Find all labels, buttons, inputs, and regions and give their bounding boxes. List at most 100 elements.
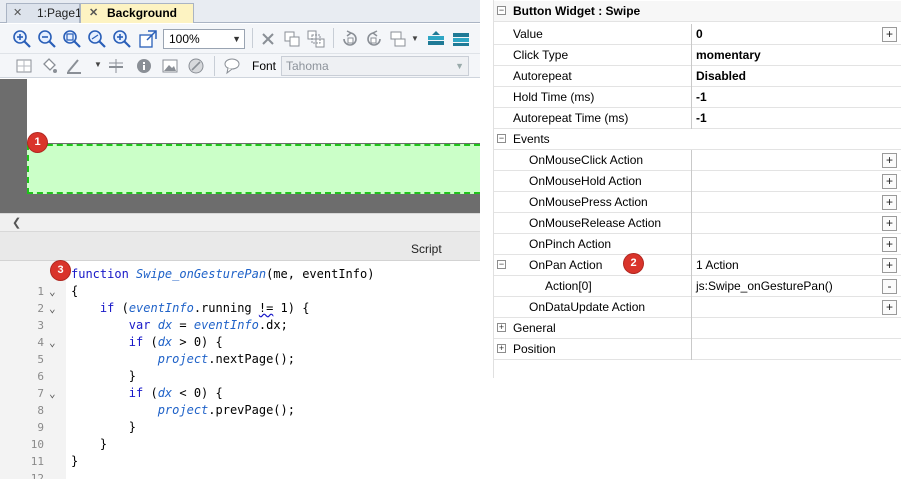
property-name: Action[0]	[545, 279, 592, 293]
callout-badge-1: 1	[28, 133, 47, 152]
column-divider	[691, 108, 692, 129]
zoom-in-icon[interactable]	[12, 29, 32, 49]
property-value[interactable]: -1	[696, 90, 707, 104]
ungroup-icon[interactable]	[306, 29, 326, 49]
image-icon[interactable]	[160, 56, 180, 76]
fold-chevron-icon[interactable]: ⌄	[49, 300, 56, 317]
property-group-name: General	[513, 321, 556, 335]
zoom-level-select[interactable]: 100% ▼	[163, 29, 245, 49]
add-button[interactable]: +	[882, 195, 897, 210]
collapse-icon[interactable]: −	[497, 260, 506, 269]
zoom-out-icon[interactable]	[37, 29, 57, 49]
align-icon[interactable]	[389, 29, 409, 49]
fold-chevron-icon[interactable]: ⌄	[49, 334, 56, 351]
zoom-toolbar: 100% ▼ ▼	[0, 24, 480, 54]
bring-forward-icon[interactable]	[426, 29, 446, 49]
property-row-click-type[interactable]: Click Type momentary	[494, 45, 901, 66]
property-value[interactable]: -1	[696, 111, 707, 125]
remove-button[interactable]: -	[882, 279, 897, 294]
properties-title: Button Widget : Swipe	[513, 4, 641, 18]
properties-title-row[interactable]: − Button Widget : Swipe	[494, 1, 901, 22]
script-editor[interactable]: 1 function Swipe_onGesturePan(me, eventI…	[0, 261, 480, 479]
tab-background[interactable]: ✕ Background	[80, 3, 194, 23]
property-row-onmousepress[interactable]: OnMousePress Action +	[494, 192, 901, 213]
eraser-icon[interactable]	[186, 56, 206, 76]
code-line: 12 }	[0, 453, 480, 479]
code-token: if	[99, 301, 115, 315]
property-row-autorepeat-time[interactable]: Autorepeat Time (ms) -1	[494, 108, 901, 129]
add-button[interactable]: +	[882, 216, 897, 231]
zoom-fit-icon[interactable]	[87, 29, 107, 49]
add-button[interactable]: +	[882, 153, 897, 168]
code-line: 5 ⌄ if (dx > 0) {	[0, 334, 480, 366]
code-token: (	[143, 335, 158, 349]
line-color-icon[interactable]	[64, 56, 84, 76]
property-value[interactable]: Disabled	[696, 69, 746, 83]
property-row-hold-time[interactable]: Hold Time (ms) -1	[494, 87, 901, 108]
property-row-onpan[interactable]: − OnPan Action 1 Action +	[494, 255, 901, 276]
column-divider	[691, 171, 692, 192]
chevron-down-icon: ▼	[455, 61, 464, 71]
property-group-position[interactable]: + Position	[494, 339, 901, 360]
property-value[interactable]: momentary	[696, 48, 761, 62]
column-divider	[691, 318, 692, 339]
property-row-onmouseclick[interactable]: OnMouseClick Action +	[494, 150, 901, 171]
property-value[interactable]: js:Swipe_onGesturePan()	[696, 279, 833, 293]
add-button[interactable]: +	[882, 258, 897, 273]
property-name: OnMouseClick Action	[529, 153, 644, 167]
property-value[interactable]: 1 Action	[696, 258, 739, 272]
code-token: 1) {	[273, 301, 310, 315]
design-canvas[interactable]	[0, 79, 480, 213]
chevron-down-icon[interactable]: ▼	[94, 60, 102, 69]
property-group-name: Position	[513, 342, 556, 356]
fold-chevron-icon[interactable]: ⌄	[49, 283, 56, 300]
add-button[interactable]: +	[882, 27, 897, 42]
property-row-ondataupdate[interactable]: OnDataUpdate Action +	[494, 297, 901, 318]
expand-icon[interactable]: +	[497, 323, 506, 332]
zoom-selection-icon[interactable]	[112, 29, 132, 49]
pan-tool-icon[interactable]	[138, 29, 158, 49]
scroll-left-arrow-icon[interactable]: ❮	[12, 216, 21, 229]
toolbar-separator	[214, 56, 215, 76]
add-button[interactable]: +	[882, 237, 897, 252]
expand-icon[interactable]: +	[497, 344, 506, 353]
toolbar-separator	[333, 28, 334, 48]
rotate-right-icon[interactable]	[364, 29, 384, 49]
line-style-icon[interactable]	[106, 56, 126, 76]
tab-close-icon[interactable]: ✕	[89, 4, 98, 23]
property-row-action-0[interactable]: Action[0] js:Swipe_onGesturePan() -	[494, 276, 901, 297]
swipe-button-widget[interactable]	[27, 144, 480, 194]
property-row-value[interactable]: Value 0 +	[494, 24, 901, 45]
zoom-page-icon[interactable]	[62, 29, 82, 49]
page-editor: ✕ 1:Page1 ✕ Background 100% ▼ ▼ ▼ Font T…	[0, 0, 480, 479]
comment-icon[interactable]	[222, 56, 242, 76]
code-token: =	[172, 318, 194, 332]
property-row-onmouserelease[interactable]: OnMouseRelease Action +	[494, 213, 901, 234]
group-icon[interactable]	[282, 29, 302, 49]
rotate-left-icon[interactable]	[340, 29, 360, 49]
fold-chevron-icon[interactable]: ⌄	[49, 385, 56, 402]
tab-page1[interactable]: ✕ 1:Page1	[6, 3, 82, 23]
property-row-onpinch[interactable]: OnPinch Action +	[494, 234, 901, 255]
column-divider	[691, 45, 692, 66]
font-family-select[interactable]: Tahoma ▼	[281, 56, 469, 76]
collapse-icon[interactable]: −	[497, 134, 506, 143]
send-backward-icon[interactable]	[451, 29, 471, 49]
fill-bucket-icon[interactable]	[39, 56, 59, 76]
horizontal-scrollbar[interactable]: ❮	[0, 213, 480, 232]
chevron-down-icon[interactable]: ▼	[411, 34, 419, 43]
grid-icon[interactable]	[14, 56, 34, 76]
add-button[interactable]: +	[882, 300, 897, 315]
property-group-general[interactable]: + General	[494, 318, 901, 339]
collapse-icon[interactable]: −	[497, 6, 506, 15]
column-divider	[691, 87, 692, 108]
property-row-autorepeat[interactable]: Autorepeat Disabled	[494, 66, 901, 87]
add-button[interactable]: +	[882, 174, 897, 189]
property-row-onmousehold[interactable]: OnMouseHold Action +	[494, 171, 901, 192]
delete-icon[interactable]	[258, 29, 278, 49]
property-value[interactable]: 0	[696, 27, 703, 41]
info-icon[interactable]	[134, 56, 154, 76]
tab-close-icon[interactable]: ✕	[13, 4, 22, 23]
page-surface[interactable]	[27, 79, 480, 143]
property-group-events[interactable]: − Events	[494, 129, 901, 150]
